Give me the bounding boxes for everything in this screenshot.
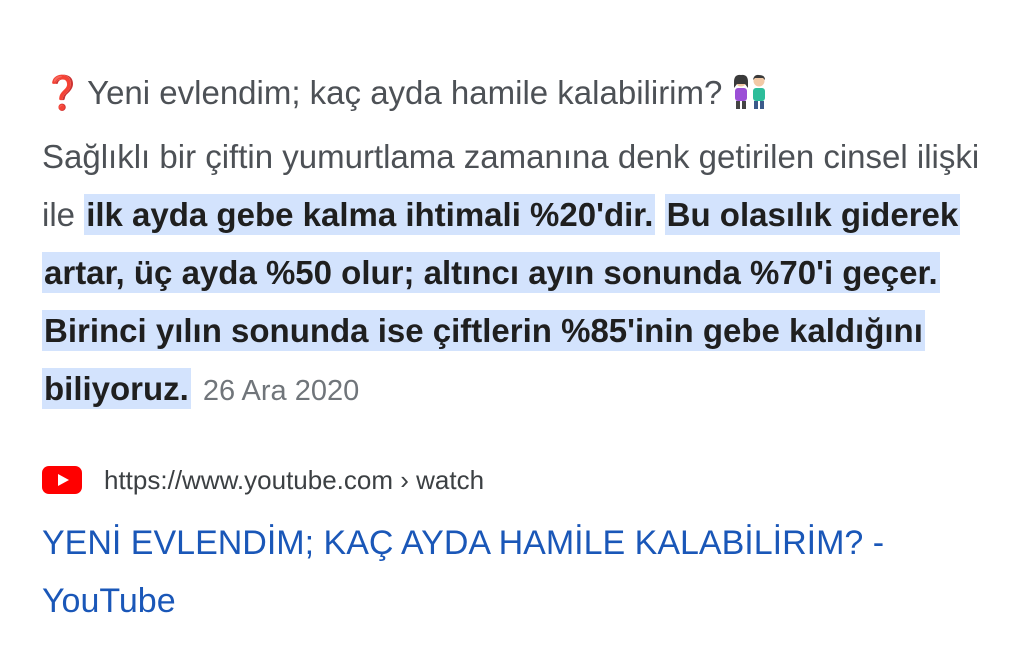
question-mark-icon: ❓ bbox=[42, 74, 84, 111]
snippet-question: Yeni evlendim; kaç ayda hamile kalabilir… bbox=[87, 74, 723, 111]
result-url[interactable]: https://www.youtube.com › watch bbox=[104, 465, 484, 496]
snippet-highlight-1: ilk ayda gebe kalma ihtimali %20'dir. bbox=[84, 194, 656, 235]
featured-snippet: ❓ Yeni evlendim; kaç ayda hamile kalabili… bbox=[42, 64, 1002, 420]
youtube-icon bbox=[42, 466, 82, 494]
result-title-link[interactable]: YENİ EVLENDİM; KAÇ AYDA HAMİLE KALABİLİR… bbox=[42, 514, 1002, 630]
snippet-highlight-3: Birinci yılın sonunda ise çiftlerin %85'… bbox=[42, 310, 925, 409]
result-source[interactable]: https://www.youtube.com › watch bbox=[42, 462, 484, 498]
couple-emoji-icon bbox=[728, 70, 772, 128]
snippet-date: 26 Ara 2020 bbox=[202, 375, 360, 407]
